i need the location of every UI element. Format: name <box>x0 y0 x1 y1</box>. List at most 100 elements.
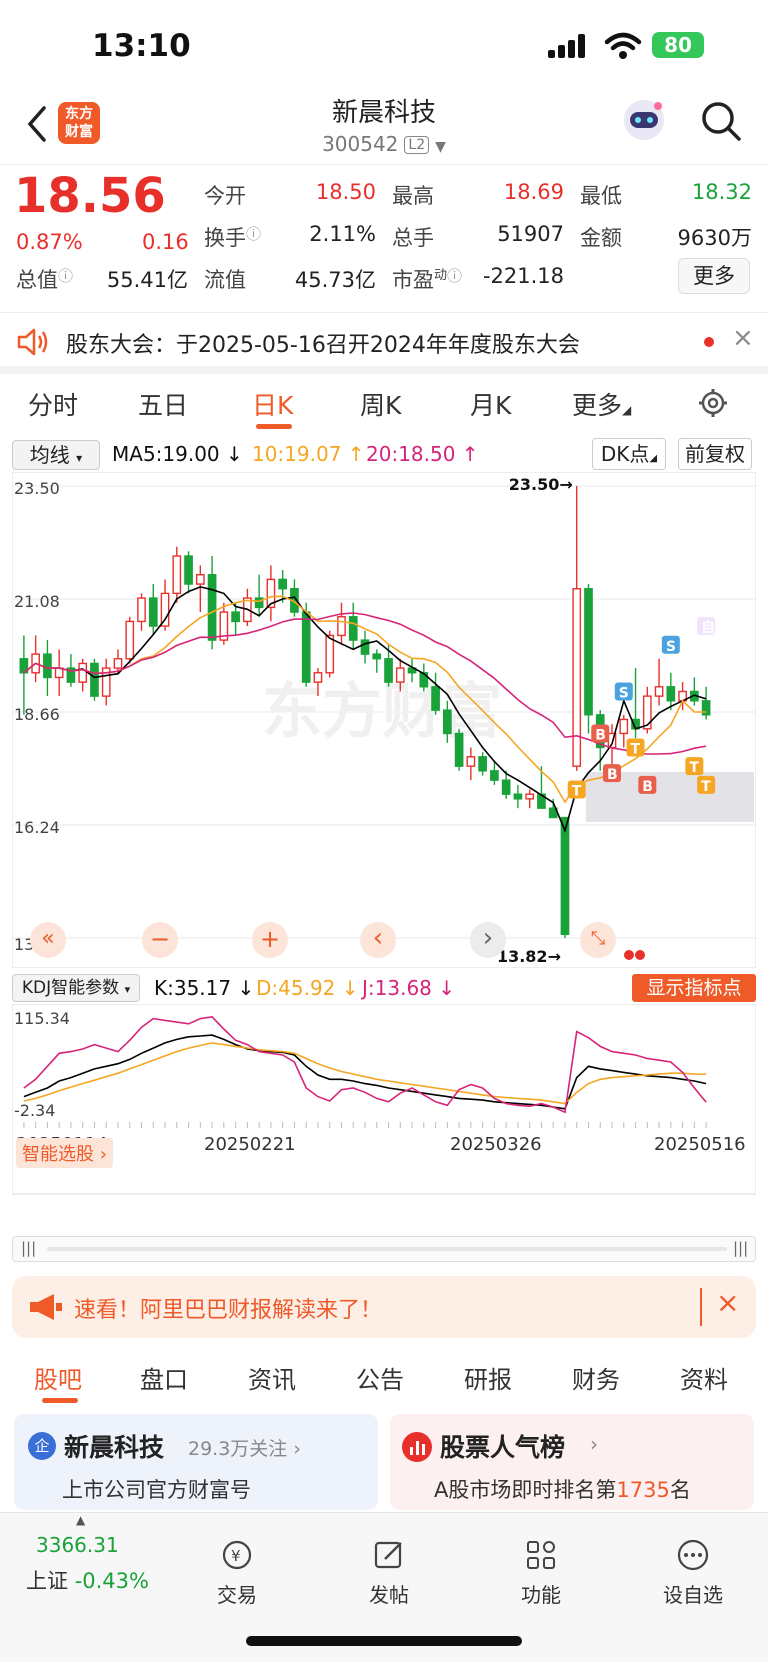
chart-scrollbar[interactable]: ||| ||| <box>12 1236 756 1262</box>
candle-down <box>372 653 382 660</box>
adjust-button[interactable]: 前复权 <box>678 438 752 470</box>
nav-functions-label: 功能 <box>521 1583 561 1607</box>
candle-up <box>325 634 335 674</box>
kdj-d-value: D:45.92 ↓ <box>256 976 359 1000</box>
kdj-tick-label: 115.34 <box>14 1009 70 1028</box>
nav-trade-label: 交易 <box>217 1583 257 1607</box>
change-percent: 0.87% <box>16 230 83 254</box>
info-icon[interactable]: ⓘ <box>246 225 261 243</box>
caret-icon: ◢ <box>622 403 632 417</box>
scroll-handle-right[interactable]: ||| <box>733 1239 748 1257</box>
zoom-in-button[interactable]: + <box>252 922 288 958</box>
index-value[interactable]: 3366.31 <box>36 1533 119 1557</box>
smart-pick-button[interactable]: 智能选股 › <box>16 1138 113 1168</box>
candle-down <box>513 793 523 800</box>
home-indicator <box>246 1636 522 1646</box>
popularity-card[interactable]: 股票人气榜 › A股市场即时排名第1735名 <box>390 1414 754 1510</box>
buy-mark-text: B <box>607 767 618 783</box>
pe-value: -221.18 <box>482 264 564 288</box>
kdj-chart[interactable]: 115.34-2.34 2025011420250221202503262025… <box>12 1004 756 1204</box>
kdj-select[interactable]: KDJ智能参数 ▾ <box>12 974 140 1002</box>
turnover-value: 2.11% <box>309 222 376 246</box>
tab-news[interactable]: 资讯 <box>248 1360 296 1395</box>
info-icon[interactable]: ⓘ <box>58 267 73 285</box>
t-mark-text: T <box>631 741 641 757</box>
price-tick-label: 23.50 <box>14 479 60 498</box>
tab-research[interactable]: 研报 <box>464 1360 512 1395</box>
high-value: 18.69 <box>503 180 564 204</box>
zoom-out-button[interactable]: − <box>142 922 178 958</box>
self-mark-text: 自 <box>701 619 715 636</box>
scroll-right-button[interactable]: › <box>470 922 506 958</box>
notice-bar[interactable]: 股东大会：于2025-05-16召开2024年年度股东大会 × <box>0 312 768 374</box>
t-mark-text: T <box>689 760 699 776</box>
settings-gear-icon[interactable] <box>698 388 728 418</box>
nav-trade[interactable]: ¥ 交易 <box>182 1537 292 1608</box>
candle-down <box>43 653 52 679</box>
nav-add-watchlist[interactable]: 设自选 <box>638 1537 748 1608</box>
pe-label-text: 市盈 <box>392 268 434 292</box>
company-card-followers: 29.3万关注 › <box>188 1438 301 1460</box>
candle-up <box>137 597 146 623</box>
tab-monthly-k[interactable]: 月K <box>470 386 511 422</box>
ma10-value: 10:19.07 ↑ <box>252 442 365 466</box>
signal-icon <box>548 34 585 58</box>
tab-more[interactable]: 更多◢ <box>572 386 631 422</box>
sell-mark-text: S <box>619 685 629 701</box>
more-button[interactable]: 更多 <box>678 258 750 294</box>
index-summary[interactable]: 上证 -0.43% <box>26 1565 149 1595</box>
t-mark-text: T <box>572 784 582 800</box>
candle-up <box>654 686 664 697</box>
tab-announcements[interactable]: 公告 <box>356 1360 404 1395</box>
candle-up <box>160 592 170 627</box>
candle-down <box>560 816 570 935</box>
scroll-track <box>47 1247 727 1251</box>
tab-weekly-k[interactable]: 周K <box>360 386 401 422</box>
banner-text: 速看！阿里巴巴财报解读来了！ <box>74 1298 383 1323</box>
fullscreen-icon[interactable]: ⤡ <box>580 922 616 958</box>
candle-down <box>490 770 499 781</box>
price-tick-label: 16.24 <box>14 818 60 837</box>
tab-finance[interactable]: 财务 <box>572 1360 620 1395</box>
dk-point-button[interactable]: DK点◢ <box>592 438 666 470</box>
float-value: 45.73亿 <box>294 268 376 292</box>
sell-mark-text: S <box>666 639 676 655</box>
pe-sup: 动 <box>434 268 448 283</box>
robot-assistant-icon[interactable] <box>620 96 668 144</box>
company-card[interactable]: 企 新晨科技 29.3万关注 › 上市公司官方财富号 <box>14 1414 378 1510</box>
stock-header: 东方 财富 新晨科技 300542 L2 ▼ <box>0 92 768 164</box>
mktcap-label-text: 总值 <box>16 268 58 292</box>
rank-prefix: A股市场即时排名第 <box>434 1478 617 1502</box>
candle-down <box>184 555 193 585</box>
kdj-j-value: J:13.68 ↓ <box>362 976 456 1000</box>
kline-chart[interactable]: 东方财富 23.5021.0818.6616.2413.82 BBBTTTTSS… <box>12 472 756 968</box>
search-icon[interactable] <box>700 100 742 142</box>
popularity-card-desc: A股市场即时排名第1735名 <box>434 1474 691 1504</box>
active-tab-indicator <box>42 1398 78 1403</box>
close-icon[interactable]: × <box>732 323 754 353</box>
tab-five-day[interactable]: 五日 <box>138 386 188 422</box>
candle-up <box>619 718 629 735</box>
candle-down <box>360 639 370 655</box>
promo-banner[interactable]: 速看！阿里巴巴财报解读来了！ × <box>12 1276 756 1338</box>
info-icon[interactable]: ⓘ <box>447 267 462 285</box>
tab-intraday[interactable]: 分时 <box>28 386 78 422</box>
candle-up <box>172 555 182 595</box>
scroll-handle-left[interactable]: ||| <box>21 1239 36 1257</box>
nav-functions[interactable]: 功能 <box>486 1537 596 1608</box>
scroll-start-button[interactable]: « <box>30 922 66 958</box>
close-icon[interactable]: × <box>716 1286 739 1319</box>
tab-profile[interactable]: 资料 <box>680 1360 728 1395</box>
dropdown-arrow-icon: ▾ <box>76 451 83 465</box>
nav-post[interactable]: 发帖 <box>334 1537 444 1608</box>
tab-pankou[interactable]: 盘口 <box>140 1360 188 1395</box>
battery-icon: 80 <box>652 32 704 58</box>
tab-daily-k[interactable]: 日K <box>252 386 293 422</box>
tab-guba[interactable]: 股吧 <box>34 1360 82 1395</box>
ma-select[interactable]: 均线 ▾ <box>12 440 100 470</box>
scroll-left-button[interactable]: ‹ <box>360 922 396 958</box>
candle-down <box>501 779 511 795</box>
show-indicator-points-button[interactable]: 显示指标点 <box>632 974 756 1002</box>
rank-number: 1735 <box>616 1478 670 1502</box>
candle-down <box>478 756 487 772</box>
